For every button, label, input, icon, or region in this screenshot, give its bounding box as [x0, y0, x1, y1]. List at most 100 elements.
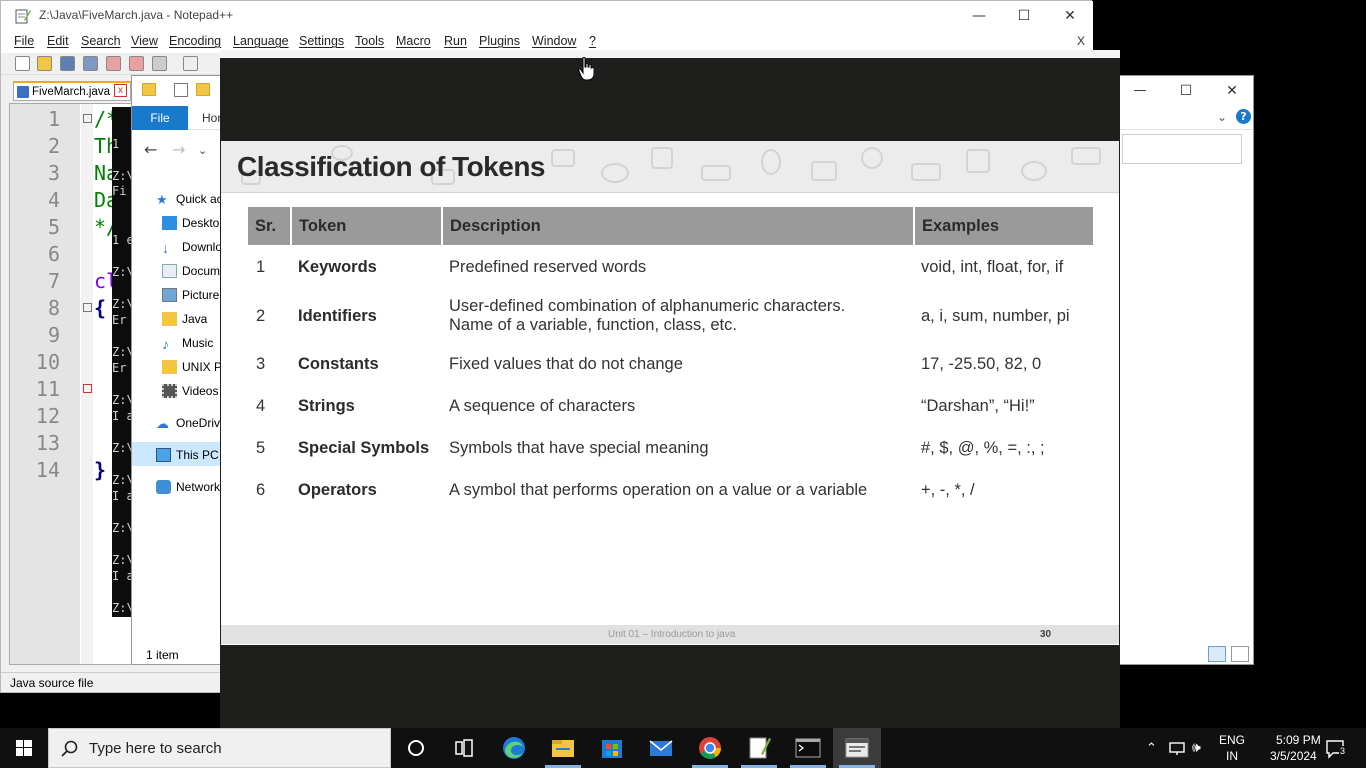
- notepadpp-titlebar[interactable]: Z:\Java\FiveMarch.java - Notepad++ — ☐ ✕: [1, 1, 1093, 31]
- task-view-button[interactable]: [440, 728, 488, 768]
- line-number: 8: [47, 296, 60, 320]
- help-icon[interactable]: ?: [1236, 109, 1251, 124]
- decoration-icon: [861, 147, 883, 169]
- start-button[interactable]: [0, 728, 48, 768]
- save-icon[interactable]: [60, 56, 75, 71]
- close-button[interactable]: ✕: [1047, 1, 1093, 31]
- explorer-close-button[interactable]: ✕: [1209, 76, 1255, 106]
- download-icon: ↓: [162, 240, 169, 256]
- menu-window[interactable]: Window: [532, 34, 576, 48]
- document-viewer-icon: [845, 738, 869, 758]
- show-hidden-icons-icon[interactable]: ⌃: [1146, 740, 1157, 756]
- tab-close-icon[interactable]: x: [114, 84, 127, 97]
- cut-icon[interactable]: [183, 56, 198, 71]
- clock-time[interactable]: 5:09 PM: [1276, 733, 1321, 747]
- menu-plugins[interactable]: Plugins: [479, 34, 520, 48]
- document-viewer-button[interactable]: [833, 728, 881, 768]
- cell-examples: a, i, sum, number, pi: [921, 306, 1070, 325]
- slide-header-banner: Classification of Tokens: [221, 141, 1119, 193]
- new-file-icon[interactable]: [15, 56, 30, 71]
- mail-button[interactable]: [637, 728, 685, 768]
- cell-examples: #, $, @, %, =, :, ;: [921, 438, 1045, 457]
- description-line: Name of a variable, function, class, etc…: [449, 316, 737, 334]
- close-document-icon[interactable]: X: [1077, 34, 1085, 48]
- menu-view[interactable]: View: [131, 34, 158, 48]
- details-view-icon[interactable]: [1208, 646, 1226, 662]
- explorer-search-input[interactable]: [1122, 134, 1242, 164]
- line-number: 3: [47, 161, 60, 185]
- new-folder-icon[interactable]: [196, 83, 210, 96]
- close-all-icon[interactable]: [129, 56, 144, 71]
- fold-toggle-icon[interactable]: [83, 384, 92, 393]
- menu-encoding[interactable]: Encoding: [169, 34, 221, 48]
- line-number: 4: [47, 188, 60, 212]
- cell-token: Operators: [298, 480, 377, 499]
- line-number: 5: [47, 215, 60, 239]
- print-icon[interactable]: [152, 56, 167, 71]
- computer-icon: [156, 448, 171, 462]
- forward-arrow-icon[interactable]: →: [172, 140, 185, 159]
- table-row: 4 Strings A sequence of characters “Dars…: [248, 385, 1093, 427]
- menu-run[interactable]: Run: [444, 34, 467, 48]
- menu-tools[interactable]: Tools: [355, 34, 384, 48]
- header-examples: Examples: [914, 207, 1093, 245]
- chrome-button[interactable]: [686, 728, 734, 768]
- clock-date[interactable]: 3/5/2024: [1270, 749, 1317, 763]
- chevron-down-icon[interactable]: ⌄: [1217, 110, 1227, 124]
- menu-help[interactable]: ?: [589, 34, 596, 48]
- open-file-icon[interactable]: [37, 56, 52, 71]
- console-line: Z:\: [112, 265, 132, 279]
- header-token: Token: [291, 207, 443, 245]
- volume-icon[interactable]: 🕪: [1192, 739, 1201, 756]
- maximize-button[interactable]: ☐: [1001, 1, 1047, 31]
- input-region[interactable]: IN: [1226, 749, 1238, 763]
- tokens-table: Sr. Token Description Examples 1 Keyword…: [248, 207, 1093, 511]
- menu-edit[interactable]: Edit: [47, 34, 69, 48]
- back-arrow-icon[interactable]: ←: [144, 140, 157, 159]
- network-status-icon[interactable]: [1168, 740, 1186, 756]
- decoration-icon: [601, 163, 629, 183]
- explorer-minimize-button[interactable]: —: [1117, 76, 1163, 106]
- properties-icon[interactable]: [174, 83, 188, 97]
- ribbon-file-tab[interactable]: File: [132, 106, 188, 130]
- slide-viewer-window[interactable]: Classification of Tokens Sr. Token Descr…: [220, 50, 1120, 728]
- code-line: {: [94, 296, 107, 320]
- mail-icon: [649, 740, 673, 756]
- edge-button[interactable]: [490, 728, 538, 768]
- taskbar: Type here to search ⌃ 🕪 ENG IN 5:09 PM 3…: [0, 728, 1366, 768]
- document-icon: [162, 264, 177, 278]
- menu-search[interactable]: Search: [81, 34, 121, 48]
- notepadpp-taskbar-button[interactable]: [735, 728, 783, 768]
- menu-file[interactable]: File: [14, 34, 34, 48]
- minimize-button[interactable]: —: [956, 1, 1002, 31]
- console-line: 1: [112, 137, 127, 151]
- fold-toggle-icon[interactable]: [83, 303, 92, 312]
- decoration-icon: [701, 165, 731, 181]
- terminal-button[interactable]: [784, 728, 832, 768]
- large-icons-view-icon[interactable]: [1231, 646, 1249, 662]
- file-explorer-button[interactable]: [539, 728, 587, 768]
- fold-toggle-icon[interactable]: [83, 114, 92, 123]
- line-number-gutter: 1 2 3 4 5 6 7 8 9 10 11 12 13 14: [10, 104, 80, 664]
- input-language[interactable]: ENG: [1219, 733, 1245, 747]
- cortana-icon: [408, 740, 424, 756]
- table-row: 1 Keywords Predefined reserved words voi…: [248, 245, 1093, 289]
- menu-settings[interactable]: Settings: [299, 34, 344, 48]
- menu-language[interactable]: Language: [233, 34, 289, 48]
- store-button[interactable]: [588, 728, 636, 768]
- cell-token: Strings: [298, 396, 355, 415]
- taskbar-search-input[interactable]: Type here to search: [48, 728, 391, 768]
- explorer-maximize-button[interactable]: ☐: [1163, 76, 1209, 106]
- search-icon: [61, 740, 78, 757]
- console-line: I a: [112, 409, 132, 423]
- recent-chevron-icon[interactable]: ⌄: [198, 144, 207, 157]
- save-all-icon[interactable]: [83, 56, 98, 71]
- decoration-icon: [966, 149, 990, 173]
- cortana-button[interactable]: [392, 728, 440, 768]
- code-line: }: [94, 458, 107, 482]
- command-prompt-window[interactable]: 1 Z:\ Fi 1 e Z:\ Z:\ Er Z:\ Er Z:\ I a Z…: [112, 107, 132, 617]
- menu-macro[interactable]: Macro: [396, 34, 431, 48]
- line-number: 7: [47, 269, 60, 293]
- tab-fivemarch-java[interactable]: FiveMarch.java x: [13, 81, 131, 101]
- close-file-icon[interactable]: [106, 56, 121, 71]
